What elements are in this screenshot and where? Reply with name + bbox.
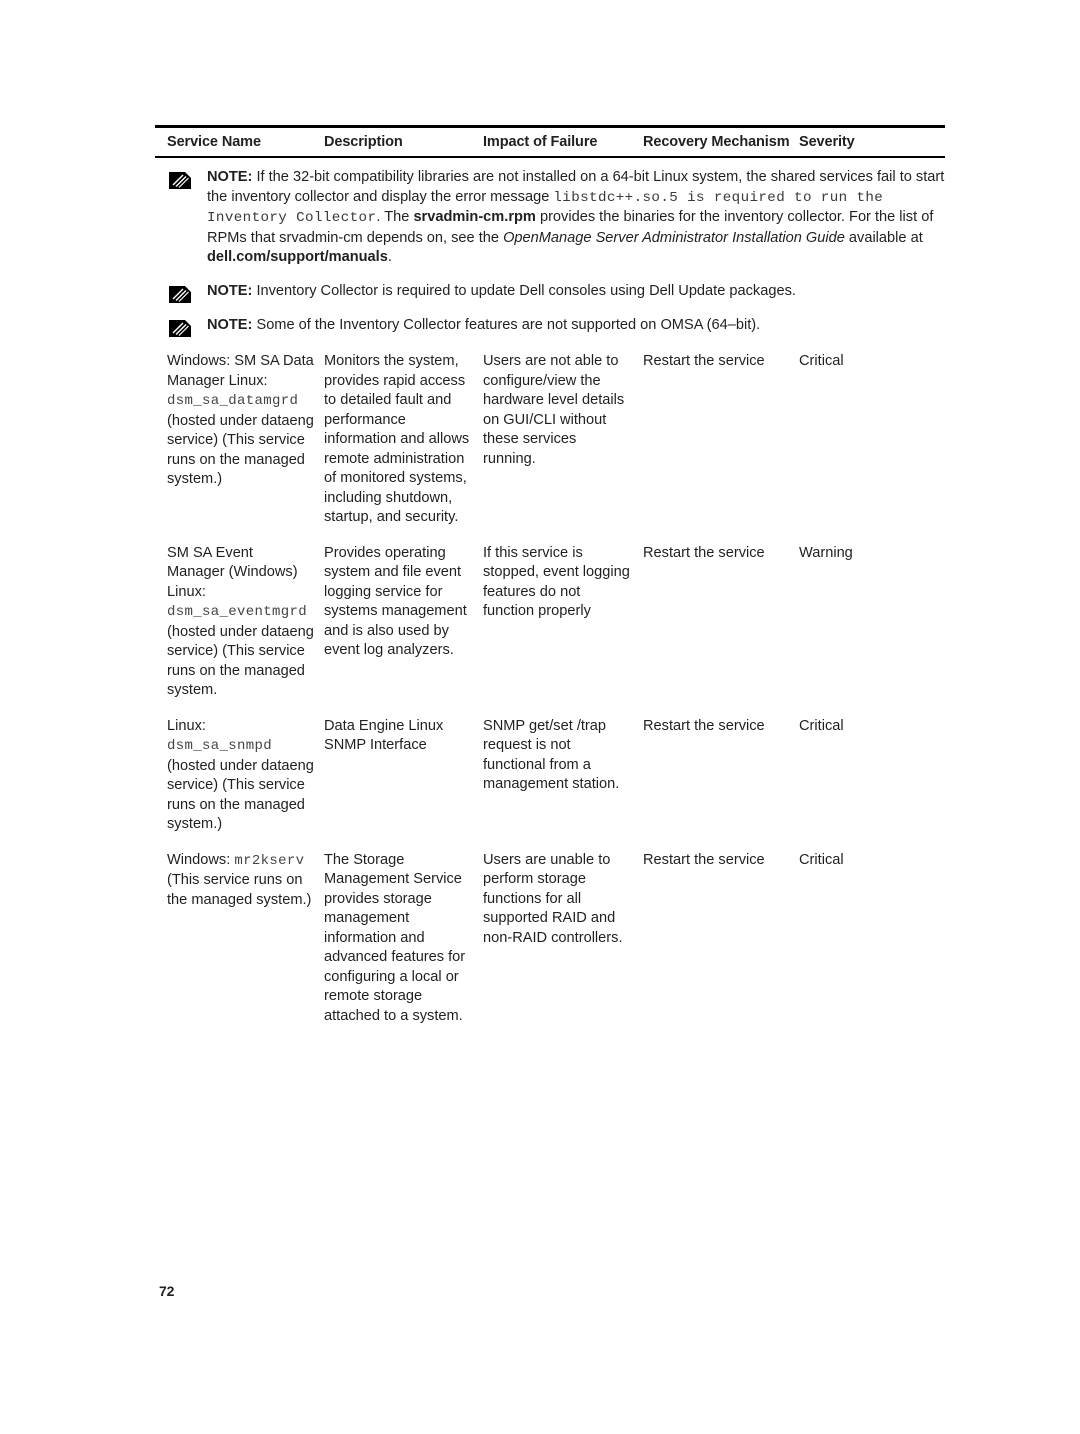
service-name-prefix: Windows: xyxy=(167,851,235,868)
cell-recovery-mechanism: Restart the service xyxy=(643,851,765,868)
row-spacer xyxy=(155,528,955,544)
cell-description: The Storage Management Service provides … xyxy=(324,851,466,1024)
column-header-severity: Severity xyxy=(799,133,855,150)
note-item: NOTE: Inventory Collector is required to… xyxy=(155,282,955,304)
cell-recovery-mechanism: Restart the service xyxy=(643,544,765,561)
note-span: . The xyxy=(376,209,414,226)
cell-impact-of-failure: If this service is stopped, event loggin… xyxy=(483,544,630,620)
service-name-suffix: (hosted under dataeng service) (This ser… xyxy=(167,623,314,699)
service-name-suffix: (hosted under dataeng service) (This ser… xyxy=(167,757,314,833)
note-item: NOTE: Some of the Inventory Collector fe… xyxy=(155,316,955,338)
column-header-impact-of-failure: Impact of Failure xyxy=(483,133,598,150)
note-bold: dell.com/support/manuals xyxy=(207,249,388,266)
table-row: Windows: mr2kserv (This service runs on … xyxy=(155,851,955,1027)
service-name-identifier: dsm_sa_eventmgrd xyxy=(167,604,308,620)
cell-severity: Critical xyxy=(799,717,844,734)
note-span: . xyxy=(387,249,392,266)
note-bold: srvadmin-cm.rpm xyxy=(413,209,536,226)
service-name-suffix: (hosted under dataeng service) (This ser… xyxy=(167,412,314,488)
note-label: NOTE: xyxy=(207,282,253,299)
cell-service-name: Windows: mr2kserv (This service runs on … xyxy=(167,851,324,1027)
cell-impact-of-failure: Users are unable to perform storage func… xyxy=(483,851,623,946)
cell-severity: Critical xyxy=(799,851,844,868)
services-table-header: Service Name Description Impact of Failu… xyxy=(155,125,945,158)
service-name-identifier: dsm_sa_datamgrd xyxy=(167,393,299,409)
column-header-recovery-mechanism: Recovery Mechanism xyxy=(643,133,790,150)
service-name-prefix: Windows: SM SA Data Manager Linux: xyxy=(167,353,314,389)
note-span: available at xyxy=(844,229,923,246)
cell-severity: Critical xyxy=(799,353,844,369)
service-name-suffix: (This service runs on the managed system… xyxy=(167,872,312,908)
service-name-prefix: SM SA Event Manager (Windows) Linux: xyxy=(167,544,298,600)
cell-service-name: SM SA Event Manager (Windows) Linux: dsm… xyxy=(167,544,324,701)
cell-impact-of-failure: Users are not able to configure/view the… xyxy=(483,353,625,467)
cell-service-name: Windows: SM SA Data Manager Linux: dsm_s… xyxy=(167,352,324,528)
table-header-row: Service Name Description Impact of Failu… xyxy=(155,128,945,156)
pencil-note-icon xyxy=(168,285,192,304)
cell-recovery-mechanism: Restart the service xyxy=(643,353,765,369)
table-row: Linux: dsm_sa_snmpd (hosted under dataen… xyxy=(155,717,955,835)
table-header-bottom-rule xyxy=(155,156,945,158)
cell-description: Provides operating system and file event… xyxy=(324,544,467,659)
note-span: Some of the Inventory Collector features… xyxy=(252,316,761,333)
row-spacer xyxy=(155,701,955,717)
column-header-service-name: Service Name xyxy=(167,133,261,150)
document-page: Service Name Description Impact of Failu… xyxy=(0,0,1080,1434)
note-label: NOTE: xyxy=(207,316,253,333)
pencil-note-icon xyxy=(168,319,192,338)
note-text: NOTE: If the 32-bit compatibility librar… xyxy=(207,169,944,265)
page-number: 72 xyxy=(159,1283,175,1299)
note-text: NOTE: Some of the Inventory Collector fe… xyxy=(207,317,760,333)
row-spacer xyxy=(155,835,955,851)
note-italic: OpenManage Server Administrator Installa… xyxy=(503,229,845,246)
service-name-prefix: Linux: xyxy=(167,717,206,734)
cell-severity: Warning xyxy=(799,544,853,561)
pencil-note-icon xyxy=(168,171,192,190)
cell-recovery-mechanism: Restart the service xyxy=(643,717,765,734)
service-name-identifier: dsm_sa_snmpd xyxy=(167,738,273,754)
note-label: NOTE: xyxy=(207,169,253,185)
column-header-description: Description xyxy=(324,133,403,150)
cell-impact-of-failure: SNMP get/set /trap request is not functi… xyxy=(483,717,620,793)
note-span: Inventory Collector is required to updat… xyxy=(252,282,796,299)
note-text: NOTE: Inventory Collector is required to… xyxy=(207,283,796,299)
table-row: SM SA Event Manager (Windows) Linux: dsm… xyxy=(155,544,955,701)
table-row: Windows: SM SA Data Manager Linux: dsm_s… xyxy=(155,352,955,528)
notes-block: NOTE: If the 32-bit compatibility librar… xyxy=(155,168,955,349)
cell-description: Monitors the system, provides rapid acce… xyxy=(324,353,470,525)
services-table-body: Windows: SM SA Data Manager Linux: dsm_s… xyxy=(155,352,955,1026)
service-name-identifier: mr2kserv xyxy=(234,852,305,869)
cell-service-name: Linux: dsm_sa_snmpd (hosted under dataen… xyxy=(167,717,324,835)
note-item: NOTE: If the 32-bit compatibility librar… xyxy=(155,168,955,268)
cell-description: Data Engine Linux SNMP Interface xyxy=(324,717,444,754)
